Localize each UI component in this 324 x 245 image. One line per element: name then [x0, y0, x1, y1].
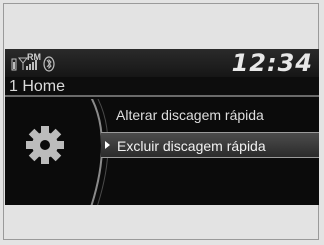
gear-icon: [26, 126, 64, 164]
menu-item-hidden[interactable]: [110, 161, 319, 187]
status-icons: RM: [11, 52, 55, 72]
selection-arrow-icon: [105, 141, 110, 149]
phone-battery-icon: [11, 58, 17, 71]
menu-item-label: Excluir discagem rápida: [117, 138, 266, 154]
bluetooth-icon: [43, 56, 55, 72]
clock: 12:34: [231, 49, 313, 77]
menu-item-excluir-discagem[interactable]: Excluir discagem rápida: [101, 132, 319, 158]
menu-item-label: Alterar discagem rápida: [116, 107, 264, 123]
menu-item-alterar-discagem[interactable]: Alterar discagem rápida: [110, 102, 319, 128]
infotainment-screen: RM 12:34 1 Home Alterar discagem rápida …: [5, 49, 319, 205]
settings-panel: [26, 99, 109, 205]
roaming-label: RM: [27, 52, 41, 62]
status-bar: RM 12:34: [5, 49, 319, 77]
menu-area: Alterar discagem rápida Excluir discagem…: [5, 99, 319, 205]
page-title: 1 Home: [9, 78, 66, 95]
title-bar: 1 Home: [5, 77, 319, 97]
